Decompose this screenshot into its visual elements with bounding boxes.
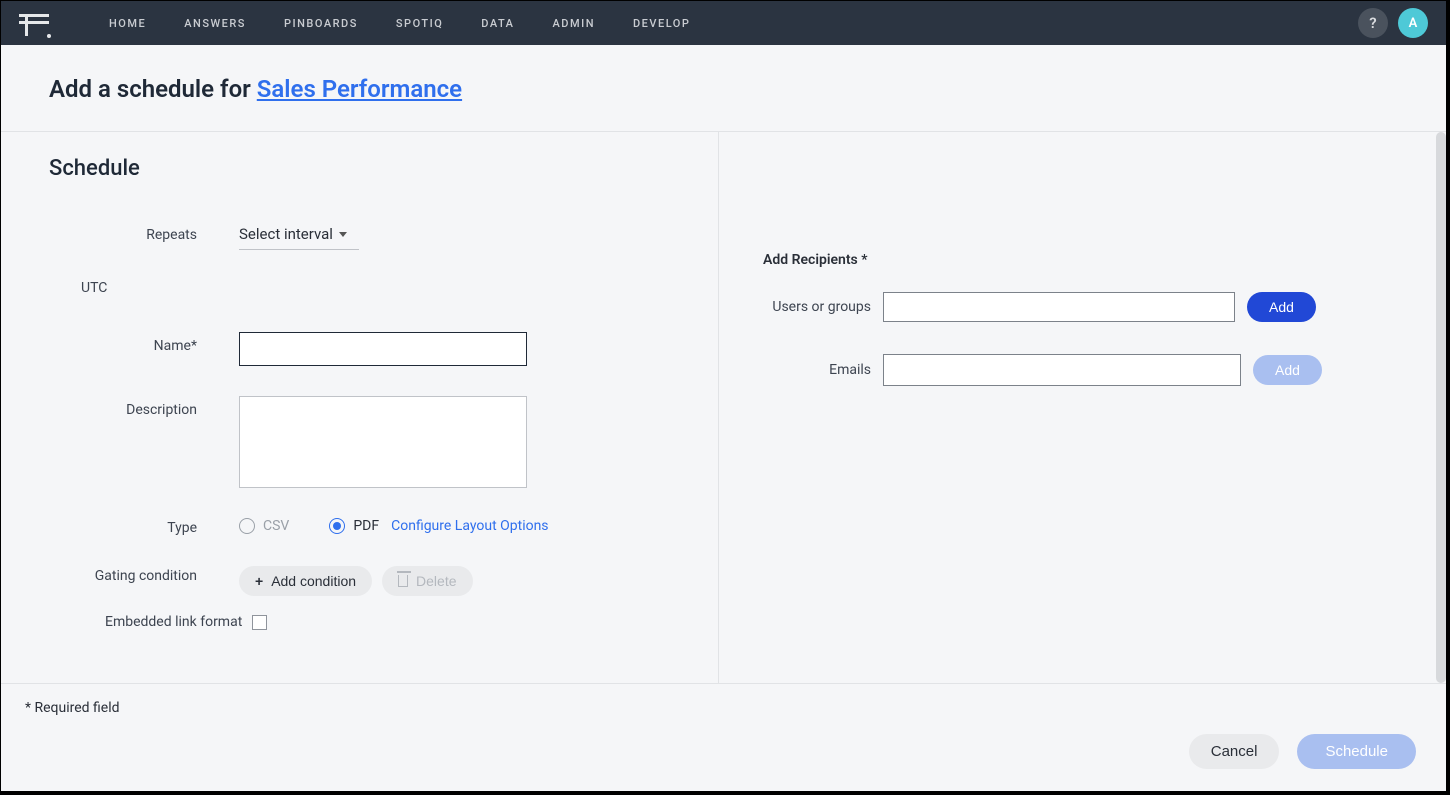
- interval-select-text: Select interval: [239, 225, 333, 243]
- radio-pdf-label: PDF: [353, 518, 379, 534]
- radio-circle-selected-icon: [329, 518, 345, 534]
- nav-home[interactable]: HOME: [109, 17, 146, 30]
- page-title-prefix: Add a schedule for: [49, 75, 257, 103]
- radio-csv-label: CSV: [263, 518, 289, 534]
- delete-condition-label: Delete: [416, 573, 456, 589]
- label-gating: Gating condition: [49, 566, 239, 584]
- label-emails: Emails: [763, 362, 871, 378]
- radio-csv[interactable]: CSV: [239, 518, 289, 534]
- label-type: Type: [49, 518, 239, 536]
- radio-circle-icon: [239, 518, 255, 534]
- label-description: Description: [49, 396, 239, 418]
- label-timezone: UTC: [49, 280, 107, 296]
- add-condition-label: Add condition: [271, 573, 356, 589]
- top-nav: HOME ANSWERS PINBOARDS SPOTIQ DATA ADMIN…: [1, 1, 1446, 45]
- embedded-link-checkbox[interactable]: [252, 615, 267, 630]
- configure-layout-link[interactable]: Configure Layout Options: [391, 518, 548, 534]
- page-header: Add a schedule for Sales Performance: [1, 45, 1446, 132]
- scrollbar[interactable]: [1436, 132, 1446, 683]
- add-users-button[interactable]: Add: [1247, 292, 1316, 322]
- logo-icon[interactable]: [19, 11, 49, 35]
- page-title: Add a schedule for Sales Performance: [49, 75, 1398, 103]
- pinboard-link[interactable]: Sales Performance: [257, 75, 462, 103]
- nav-answers[interactable]: ANSWERS: [184, 17, 246, 30]
- section-title-schedule: Schedule: [49, 156, 670, 181]
- required-note: * Required field: [25, 700, 1416, 716]
- plus-icon: [255, 573, 263, 589]
- add-condition-button[interactable]: Add condition: [239, 566, 372, 596]
- chevron-down-icon: [339, 232, 347, 237]
- add-emails-button[interactable]: Add: [1253, 355, 1322, 385]
- label-name: Name*: [49, 332, 239, 354]
- interval-select[interactable]: Select interval: [239, 221, 359, 250]
- trash-icon: [398, 575, 408, 587]
- help-icon[interactable]: ?: [1358, 8, 1388, 38]
- nav-develop[interactable]: DEVELOP: [633, 17, 690, 30]
- delete-condition-button[interactable]: Delete: [382, 566, 472, 596]
- schedule-button[interactable]: Schedule: [1297, 734, 1416, 769]
- label-embedded-link: Embedded link format: [105, 614, 242, 630]
- nav-links: HOME ANSWERS PINBOARDS SPOTIQ DATA ADMIN…: [109, 17, 690, 30]
- label-repeats: Repeats: [49, 221, 239, 243]
- label-users-groups: Users or groups: [763, 299, 871, 315]
- nav-spotiq[interactable]: SPOTIQ: [396, 17, 443, 30]
- dialog-footer: * Required field Cancel Schedule: [1, 683, 1446, 791]
- avatar[interactable]: A: [1398, 8, 1428, 38]
- name-input[interactable]: [239, 332, 527, 366]
- description-input[interactable]: [239, 396, 527, 488]
- recipients-heading: Add Recipients *: [763, 252, 1386, 268]
- nav-admin[interactable]: ADMIN: [552, 17, 595, 30]
- emails-input[interactable]: [883, 354, 1241, 386]
- schedule-panel: Schedule Repeats Select interval UTC Nam…: [1, 132, 719, 683]
- nav-pinboards[interactable]: PINBOARDS: [284, 17, 358, 30]
- cancel-button[interactable]: Cancel: [1189, 734, 1280, 769]
- users-groups-input[interactable]: [883, 292, 1235, 322]
- radio-pdf[interactable]: PDF: [329, 518, 379, 534]
- recipients-panel: Add Recipients * Users or groups Add Ema…: [719, 132, 1446, 683]
- nav-data[interactable]: DATA: [481, 17, 514, 30]
